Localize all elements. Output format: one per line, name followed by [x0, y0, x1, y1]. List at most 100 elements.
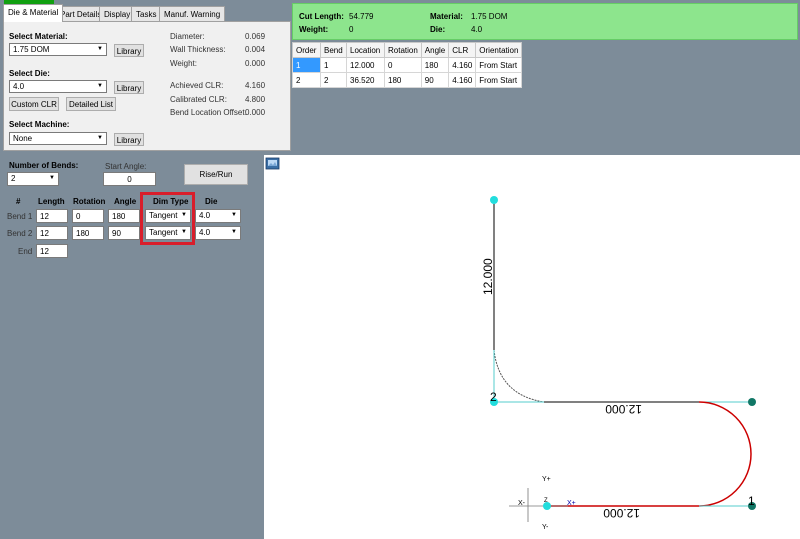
col-header-orientation[interactable]: Orientation — [475, 42, 523, 58]
bend-2-angle-input[interactable]: 90 — [108, 226, 140, 240]
machine-library-button[interactable]: Library — [114, 133, 144, 146]
select-machine-label: Select Machine: — [9, 120, 70, 129]
bend-table: Order Bend Location Rotation Angle CLR O… — [292, 42, 523, 88]
material-value: 1.75 DOM — [471, 12, 508, 21]
col-header-location[interactable]: Location — [346, 42, 385, 58]
drawing-viewport[interactable]: 2 1 12.000 12.000 12.000 Y+ Y- X+ X- Z — [264, 155, 800, 539]
number-of-bends-select[interactable]: 2 ▼ — [7, 172, 59, 186]
dropdown-arrow-icon: ▼ — [97, 83, 103, 89]
col-header-rotation: Rotation — [73, 197, 106, 206]
rise-run-button[interactable]: Rise/Run — [184, 164, 248, 185]
col-header-length: Length — [38, 197, 65, 206]
custom-clr-button[interactable]: Custom CLR — [9, 97, 59, 111]
tab-die-material[interactable]: Die & Material — [3, 4, 64, 22]
table-cell[interactable]: 4.160 — [448, 57, 477, 73]
bend-2-node-label: 2 — [490, 390, 497, 404]
material-select-value: 1.75 DOM — [13, 45, 50, 54]
end-label: End — [18, 247, 33, 256]
material-library-button[interactable]: Library — [114, 44, 144, 57]
table-row[interactable]: 1 1 12.000 0 180 4.160 From Start — [292, 57, 523, 73]
bend-1-length-input[interactable]: 12 — [36, 209, 68, 223]
cut-length-label: Cut Length: — [299, 12, 344, 21]
bend-1-die-select[interactable]: 4.0 ▼ — [195, 209, 241, 223]
table-cell[interactable]: 180 — [384, 72, 422, 88]
bend-1-die-value: 4.0 — [199, 211, 211, 220]
bend-1-arc — [698, 401, 752, 507]
bend-1-node-label: 1 — [748, 494, 755, 508]
table-cell[interactable]: 1 — [320, 57, 347, 73]
bend-2-die-select[interactable]: 4.0 ▼ — [195, 226, 241, 240]
col-header-die: Die — [205, 197, 218, 206]
col-header-clr[interactable]: CLR — [448, 42, 477, 58]
dropdown-arrow-icon: ▼ — [231, 212, 237, 218]
prop-label: Achieved CLR: — [170, 81, 224, 90]
table-cell[interactable]: 36.520 — [346, 72, 385, 88]
col-header-bend[interactable]: Bend — [320, 42, 347, 58]
material-select[interactable]: 1.75 DOM ▼ — [9, 43, 107, 56]
die-label: Die: — [430, 25, 446, 34]
col-header-order[interactable]: Order — [292, 42, 321, 58]
axis-x-minus: X- — [518, 500, 526, 507]
bend-2-label: Bend 2 — [7, 229, 33, 238]
dropdown-arrow-icon: ▼ — [231, 229, 237, 235]
prop-label: Bend Location Offset: — [170, 108, 247, 117]
table-cell[interactable]: 2 — [320, 72, 347, 88]
cut-length-value: 54.779 — [349, 12, 374, 21]
bend-1-dim-type-value: Tangent — [149, 211, 178, 220]
axis-y-plus: Y+ — [542, 476, 551, 483]
bend-1-rotation-input[interactable]: 0 — [72, 209, 104, 223]
bend-2-length-input[interactable]: 12 — [36, 226, 68, 240]
table-cell[interactable]: 180 — [420, 57, 450, 73]
material-label: Material: — [430, 12, 463, 21]
tab-display[interactable]: Display — [99, 6, 136, 22]
bend-table-area: Order Bend Location Rotation Angle CLR O… — [292, 42, 798, 152]
bend-2-dim-type-select[interactable]: Tangent ▼ — [145, 226, 191, 240]
number-of-bends-value: 2 — [11, 174, 16, 183]
start-angle-input[interactable]: 0 — [103, 172, 156, 186]
bend-2-die-value: 4.0 — [199, 228, 211, 237]
bend-2-rotation-input[interactable]: 180 — [72, 226, 104, 240]
table-cell[interactable]: From Start — [475, 57, 523, 73]
prop-value: 4.160 — [245, 81, 266, 90]
camera-icon[interactable] — [265, 157, 280, 170]
table-cell[interactable]: 2 — [292, 72, 321, 88]
table-row[interactable]: 2 2 36.520 180 90 4.160 From Start — [292, 72, 523, 88]
die-library-button[interactable]: Library — [114, 81, 144, 94]
end-length-input[interactable]: 12 — [36, 244, 68, 258]
weight-label: Weight: — [299, 25, 329, 34]
die-select[interactable]: 4.0 ▼ — [9, 80, 107, 93]
tab-tasks[interactable]: Tasks — [131, 6, 162, 22]
col-header-angle[interactable]: Angle — [420, 42, 450, 58]
col-header-rotation[interactable]: Rotation — [384, 42, 422, 58]
prop-label: Weight: — [170, 59, 197, 68]
prop-label: Calibrated CLR: — [170, 95, 227, 104]
col-header-angle: Angle — [114, 197, 137, 206]
dropdown-arrow-icon: ▼ — [49, 175, 55, 181]
bends-panel: Number of Bends: 2 ▼ Start Angle: 0 Rise… — [3, 155, 261, 536]
start-node[interactable] — [490, 196, 498, 204]
dim-vertical: 12.000 — [481, 258, 495, 295]
table-cell[interactable]: 90 — [420, 72, 450, 88]
table-cell[interactable]: 1 — [292, 57, 321, 73]
bend-1-dim-type-select[interactable]: Tangent ▼ — [145, 209, 191, 223]
prop-value: 4.800 — [245, 95, 266, 104]
select-die-label: Select Die: — [9, 69, 50, 78]
bend-1-angle-input[interactable]: 180 — [108, 209, 140, 223]
bend-2-dim-type-value: Tangent — [149, 228, 178, 237]
number-of-bends-label: Number of Bends: — [9, 161, 79, 170]
prop-value: 0.000 — [245, 108, 266, 117]
bend-2-arc — [493, 349, 545, 403]
table-cell[interactable]: From Start — [475, 72, 523, 88]
prop-label: Diameter: — [170, 32, 205, 41]
die-material-panel: Select Material: 1.75 DOM ▼ Library Sele… — [3, 21, 291, 151]
machine-select-value: None — [13, 134, 33, 143]
table-cell[interactable]: 0 — [384, 57, 422, 73]
detailed-list-button[interactable]: Detailed List — [66, 97, 116, 111]
machine-select[interactable]: None ▼ — [9, 132, 107, 145]
top-right-node[interactable] — [748, 398, 756, 406]
tab-manuf-warning[interactable]: Manuf. Warning — [159, 6, 226, 22]
col-header-num: # — [16, 197, 21, 206]
table-cell[interactable]: 4.160 — [448, 72, 477, 88]
axis-triad: Y+ Y- X+ X- Z — [509, 476, 576, 531]
table-cell[interactable]: 12.000 — [346, 57, 385, 73]
